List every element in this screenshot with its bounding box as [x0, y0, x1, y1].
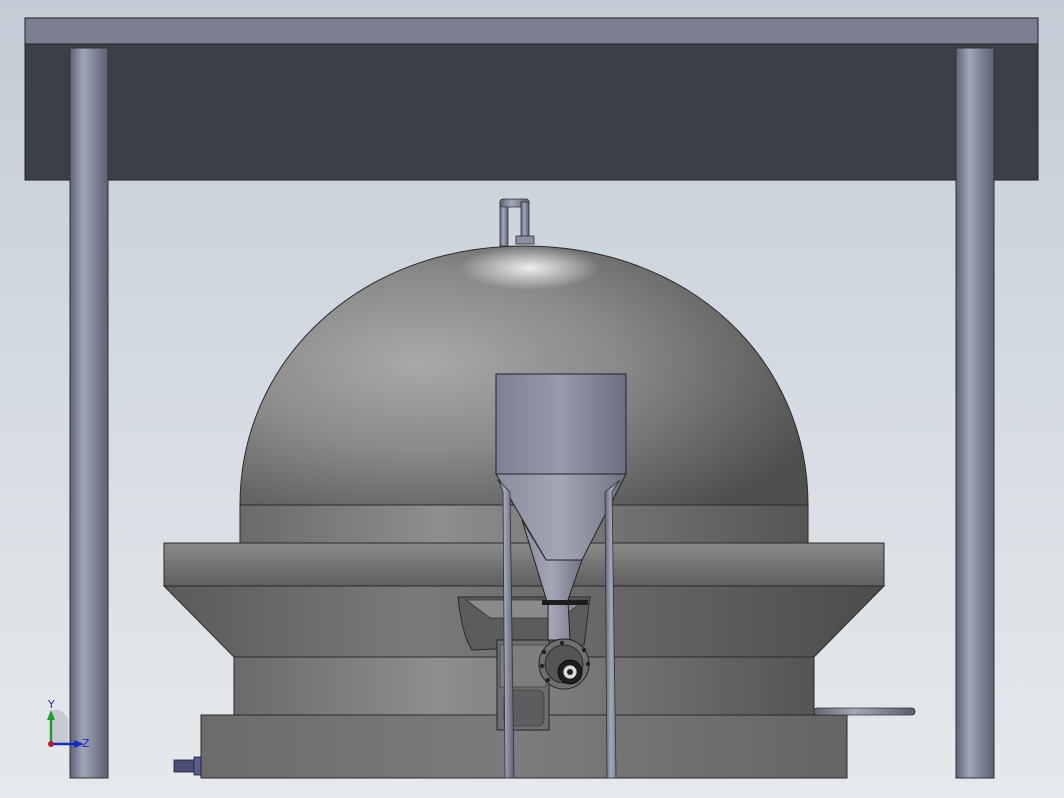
side-bolt[interactable] — [173, 756, 202, 776]
right-column[interactable] — [955, 47, 995, 779]
y-axis-label: Y — [47, 698, 55, 711]
side-pipe[interactable] — [813, 707, 916, 716]
overhead-beam[interactable] — [24, 17, 1039, 181]
orientation-triad: Y Z — [47, 698, 90, 750]
model-view[interactable] — [0, 0, 1064, 798]
flange-ledge[interactable] — [163, 542, 885, 587]
z-axis-label: Z — [82, 737, 90, 750]
origin-dot — [48, 741, 54, 747]
graphics-viewport[interactable]: Y Z — [0, 0, 1064, 798]
hopper-box[interactable] — [495, 373, 627, 475]
top-vent-pipe[interactable] — [499, 198, 535, 247]
left-column[interactable] — [69, 47, 109, 779]
rotary-valve[interactable] — [538, 638, 591, 690]
